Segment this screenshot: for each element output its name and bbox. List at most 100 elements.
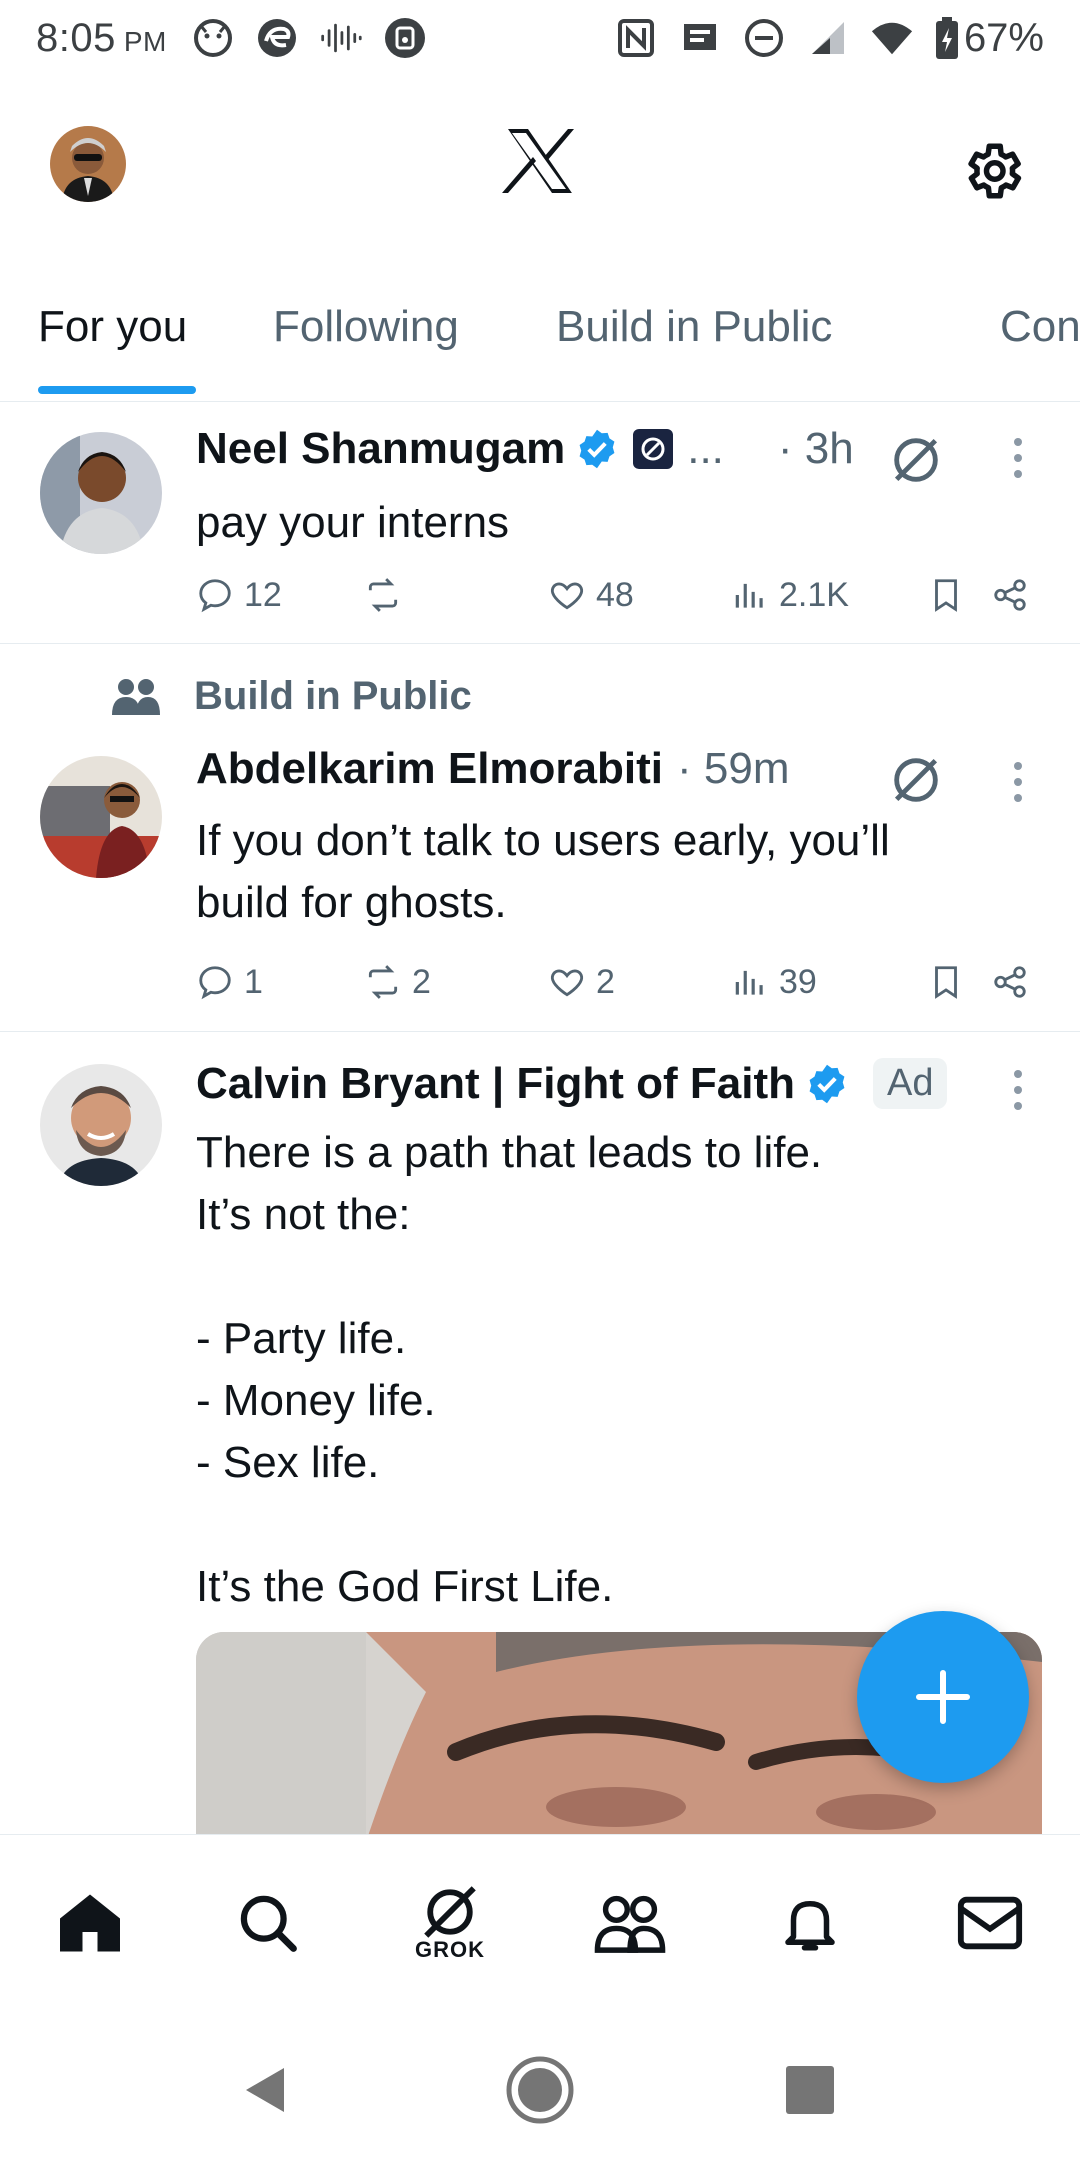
profile-avatar-button[interactable] xyxy=(50,126,126,202)
avatar[interactable] xyxy=(40,756,162,878)
bottom-navigation: GROK xyxy=(0,1834,1080,2010)
calvin-avatar xyxy=(40,1064,162,1186)
status-notification-icons xyxy=(191,16,427,60)
nav-communities[interactable] xyxy=(540,1835,720,2011)
grok-explain-button[interactable] xyxy=(884,428,948,492)
timeline-tabs: For you Following Build in Public Con xyxy=(0,252,1080,402)
view-count: 39 xyxy=(779,962,817,1001)
share-icon xyxy=(994,579,1026,611)
system-home-button[interactable] xyxy=(500,2050,580,2130)
tab-build-in-public[interactable]: Build in Public xyxy=(556,252,832,401)
reply-button[interactable]: 12 xyxy=(196,576,364,615)
x-logo-icon xyxy=(500,121,580,201)
app-header xyxy=(0,76,1080,252)
grok-icon xyxy=(894,758,938,802)
home-circle-icon xyxy=(506,2056,574,2124)
post-header: Neel Shanmugam ... · 3h xyxy=(196,424,854,474)
views-button[interactable]: 2.1K xyxy=(731,576,914,615)
bookmark-icon xyxy=(935,579,957,612)
neel-avatar xyxy=(40,432,162,554)
avatar[interactable] xyxy=(40,1064,162,1186)
post-time: · 3h xyxy=(777,424,854,473)
post-text: If you don’t talk to users early, you’ll… xyxy=(196,816,890,927)
author-name[interactable]: Neel Shanmugam xyxy=(196,424,565,474)
post-abdelkarim[interactable]: Build in Public Abdelkarim Elmorabiti · … xyxy=(0,644,1080,1032)
signal-icon xyxy=(806,16,850,60)
bookmark-icon xyxy=(935,966,957,999)
grok-explain-button[interactable] xyxy=(884,748,948,812)
abdelkarim-avatar xyxy=(40,756,162,878)
repost-button[interactable] xyxy=(364,576,548,614)
heart-icon xyxy=(550,582,584,610)
communities-icon xyxy=(594,1895,666,1953)
like-button[interactable]: 48 xyxy=(548,576,731,615)
plus-icon xyxy=(916,1670,970,1724)
wifi-icon xyxy=(870,16,914,60)
share-icon xyxy=(994,966,1026,998)
back-triangle-icon xyxy=(246,2068,284,2112)
grok-icon xyxy=(424,1886,476,1938)
views-button[interactable]: 39 xyxy=(731,963,914,1002)
post-text: pay your interns xyxy=(196,498,510,547)
system-recents-button[interactable] xyxy=(770,2050,850,2130)
share-button[interactable] xyxy=(978,963,1042,1001)
search-icon xyxy=(240,1895,297,1952)
like-button[interactable]: 2 xyxy=(548,963,731,1002)
status-time: 8:05 PM xyxy=(36,15,167,60)
bell-icon xyxy=(785,1901,835,1951)
nav-messages[interactable] xyxy=(900,1835,1080,2011)
ad-badge: Ad xyxy=(872,1058,948,1109)
post-time: · 59m xyxy=(677,744,790,793)
grok-label: GROK xyxy=(415,1937,485,1962)
bookmark-button[interactable] xyxy=(914,576,978,614)
repost-icon xyxy=(368,965,398,999)
do-not-disturb-icon xyxy=(742,16,786,60)
nav-grok[interactable]: GROK xyxy=(360,1835,540,2011)
repost-count: 2 xyxy=(412,962,431,1001)
community-icon xyxy=(112,678,160,715)
tab-for-you[interactable]: For you xyxy=(38,252,187,401)
like-count: 48 xyxy=(596,575,634,614)
author-name[interactable]: Calvin Bryant | Fight of Faith xyxy=(196,1059,795,1109)
gear-icon xyxy=(968,143,1022,199)
views-chart-icon xyxy=(735,970,763,995)
share-button[interactable] xyxy=(978,576,1042,614)
verified-badge-icon xyxy=(809,1064,845,1103)
views-chart-icon xyxy=(735,583,763,608)
post-neel[interactable]: Neel Shanmugam ... · 3h pay your interns… xyxy=(0,402,1080,644)
tab-community-partial[interactable]: Con xyxy=(1000,252,1080,401)
status-system-icons: 67% xyxy=(614,16,1044,61)
name-truncation: ... xyxy=(687,424,724,473)
nav-home[interactable] xyxy=(0,1835,180,2011)
reply-button[interactable]: 1 xyxy=(196,963,364,1002)
reply-icon xyxy=(199,579,231,613)
author-name[interactable]: Abdelkarim Elmorabiti xyxy=(196,744,663,794)
battery-indicator: 67% xyxy=(934,16,1044,61)
recents-square-icon xyxy=(786,2066,834,2114)
post-actions: 1 2 2 39 xyxy=(196,954,1046,1010)
reply-count: 12 xyxy=(244,575,282,614)
nfc-icon xyxy=(614,16,658,60)
view-count: 2.1K xyxy=(779,575,849,614)
more-vertical-icon xyxy=(1014,1070,1022,1110)
recorder-app-icon xyxy=(383,16,427,60)
repost-button[interactable]: 2 xyxy=(364,963,548,1002)
nav-notifications[interactable] xyxy=(720,1835,900,2011)
system-back-button[interactable] xyxy=(226,2050,306,2130)
tab-following[interactable]: Following xyxy=(273,252,459,401)
nav-search[interactable] xyxy=(178,1835,358,2011)
system-navigation-bar xyxy=(0,2010,1080,2160)
mail-icon xyxy=(957,1896,1023,1950)
battery-percent: 67% xyxy=(963,15,1044,60)
post-actions: 12 48 2.1K xyxy=(196,567,1046,623)
grok-icon xyxy=(894,438,938,482)
verified-badge-icon xyxy=(579,429,615,469)
avatar[interactable] xyxy=(40,432,162,554)
compose-post-button[interactable] xyxy=(857,1611,1029,1783)
bookmark-button[interactable] xyxy=(914,963,978,1001)
more-vertical-icon xyxy=(1014,438,1022,478)
edge-app-icon xyxy=(255,16,299,60)
community-link[interactable]: Build in Public xyxy=(194,674,472,719)
status-bar: 8:05 PM 67% xyxy=(0,0,1080,76)
settings-button[interactable] xyxy=(952,131,1032,211)
